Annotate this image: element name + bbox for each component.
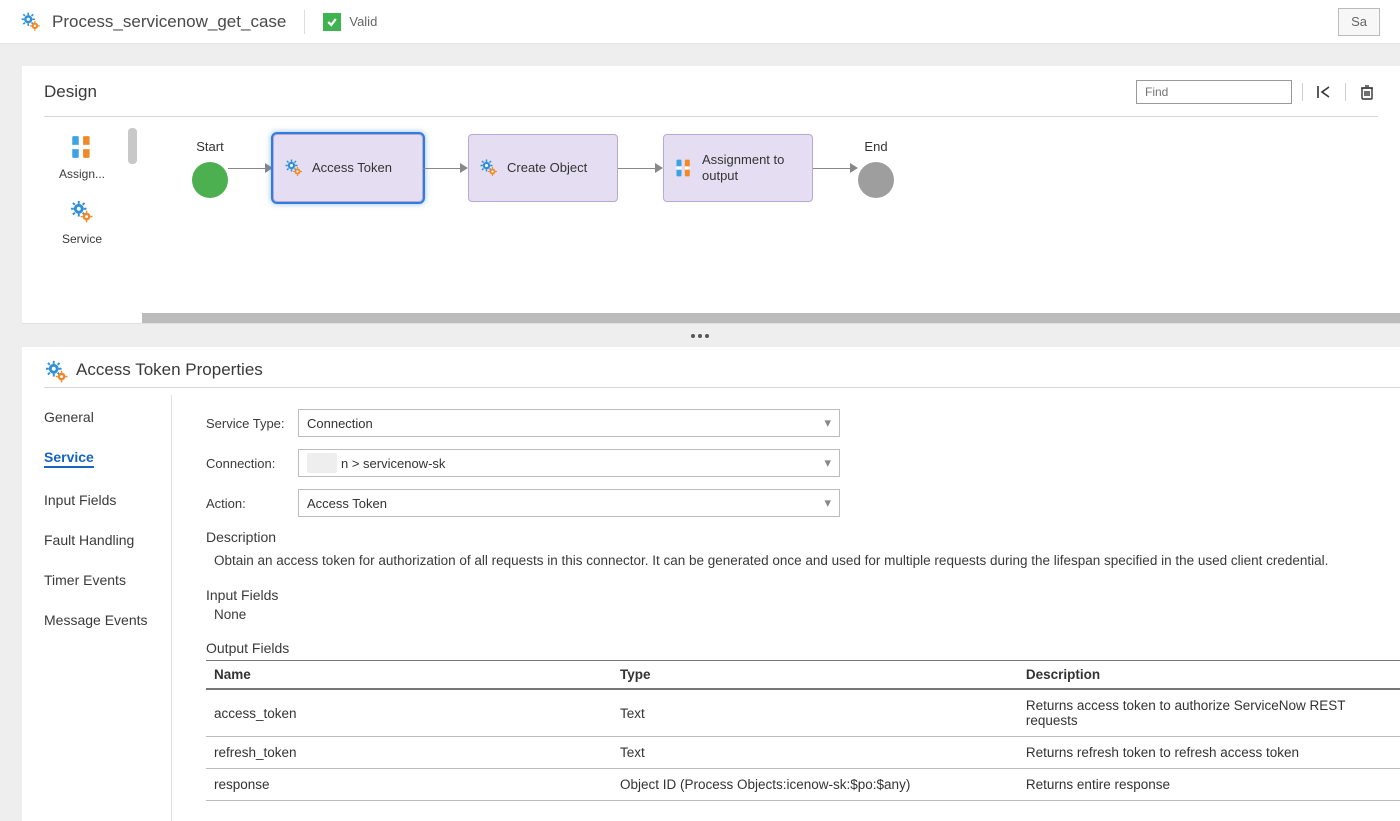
process-icon [20, 11, 42, 33]
select-value: n > servicenow-sk [341, 456, 824, 471]
service-icon [44, 359, 66, 381]
properties-header: Access Token Properties [22, 347, 1400, 387]
find-input[interactable] [1136, 80, 1292, 104]
assignment-icon [674, 158, 694, 178]
properties-title: Access Token Properties [76, 360, 263, 380]
content-area: Design Assign... Service [0, 44, 1400, 821]
tab-message-events[interactable]: Message Events [44, 612, 171, 628]
table-row: access_token Text Returns access token t… [206, 689, 1400, 737]
delete-icon[interactable] [1356, 81, 1378, 103]
flow-arrow [813, 163, 858, 173]
flow-arrow [228, 163, 273, 173]
cell-type: Text [612, 737, 1018, 769]
separator [1302, 83, 1303, 101]
start-node[interactable]: Start [192, 139, 228, 198]
col-type: Type [612, 661, 1018, 690]
design-title: Design [44, 82, 97, 102]
check-icon [323, 13, 341, 31]
cell-name: response [206, 769, 612, 801]
end-node[interactable]: End [858, 139, 894, 198]
valid-text: Valid [349, 14, 377, 29]
output-fields-table: Name Type Description access_token Text … [206, 660, 1400, 801]
col-name: Name [206, 661, 612, 690]
action-label: Action: [206, 496, 298, 511]
select-value: Connection [307, 416, 373, 431]
connection-select[interactable]: n > servicenow-sk ▾ [298, 449, 840, 477]
cell-type: Text [612, 689, 1018, 737]
design-header: Design [22, 66, 1400, 110]
palette-scrollbar[interactable] [128, 128, 137, 164]
chevron-down-icon: ▾ [824, 495, 831, 511]
task-create-object[interactable]: Create Object [468, 134, 618, 202]
flow-arrow [423, 163, 468, 173]
design-panel: Design Assign... Service [22, 66, 1400, 324]
col-description: Description [1018, 661, 1400, 690]
cell-name: access_token [206, 689, 612, 737]
service-icon [284, 158, 304, 178]
palette: Assign... Service [22, 124, 142, 323]
cell-type: Object ID (Process Objects:icenow-sk:$po… [612, 769, 1018, 801]
description-text: Obtain an access token for authorization… [214, 551, 1370, 571]
service-type-select[interactable]: Connection ▾ [298, 409, 840, 437]
assignment-icon [69, 134, 95, 163]
collapse-left-icon[interactable] [1313, 81, 1335, 103]
select-value: Access Token [307, 496, 387, 511]
properties-panel: Access Token Properties General Service … [22, 347, 1400, 821]
task-assignment[interactable]: Assignment to output [663, 134, 813, 202]
tab-general[interactable]: General [44, 409, 171, 425]
cell-description: Returns entire response [1018, 769, 1400, 801]
input-fields-none: None [214, 607, 1400, 622]
task-access-token[interactable]: Access Token [273, 134, 423, 202]
flow-arrow [618, 163, 663, 173]
description-label: Description [206, 529, 1400, 545]
end-label: End [864, 139, 887, 154]
valid-badge: Valid [323, 13, 377, 31]
cell-description: Returns refresh token to refresh access … [1018, 737, 1400, 769]
divider [44, 116, 1378, 117]
palette-item-label: Service [47, 232, 117, 246]
canvas-scrollbar[interactable] [142, 313, 1400, 323]
flow: Start Access Token Create Object [192, 134, 894, 202]
doc-title: Process_servicenow_get_case [52, 12, 286, 32]
properties-tabs: General Service Input Fields Fault Handl… [22, 395, 172, 821]
tab-fault-handling[interactable]: Fault Handling [44, 532, 171, 548]
table-row: response Object ID (Process Objects:icen… [206, 769, 1400, 801]
action-select[interactable]: Access Token ▾ [298, 489, 840, 517]
panel-splitter[interactable] [0, 329, 1400, 343]
tab-service[interactable]: Service [44, 449, 94, 468]
table-row: refresh_token Text Returns refresh token… [206, 737, 1400, 769]
input-fields-label: Input Fields [206, 587, 1400, 603]
tab-input-fields[interactable]: Input Fields [44, 492, 171, 508]
service-type-label: Service Type: [206, 416, 298, 431]
chevron-down-icon: ▾ [824, 415, 831, 431]
task-label: Assignment to output [702, 152, 802, 183]
title-bar: Process_servicenow_get_case Valid Sa [0, 0, 1400, 44]
process-canvas[interactable]: Start Access Token Create Object [142, 124, 1400, 323]
divider [44, 387, 1400, 388]
start-label: Start [196, 139, 223, 154]
palette-item-label: Assign... [47, 167, 117, 181]
cell-description: Returns access token to authorize Servic… [1018, 689, 1400, 737]
service-icon [69, 199, 95, 228]
properties-form: Service Type: Connection ▾ Connection: n… [172, 395, 1400, 821]
end-circle-icon [858, 162, 894, 198]
task-label: Access Token [312, 160, 392, 176]
palette-item-service[interactable]: Service [47, 199, 117, 246]
cell-name: refresh_token [206, 737, 612, 769]
separator [304, 10, 305, 34]
tab-timer-events[interactable]: Timer Events [44, 572, 171, 588]
output-fields-label: Output Fields [206, 640, 1400, 656]
start-circle-icon [192, 162, 228, 198]
service-icon [479, 158, 499, 178]
connection-label: Connection: [206, 456, 298, 471]
chevron-down-icon: ▾ [824, 455, 831, 471]
task-label: Create Object [507, 160, 587, 176]
redacted-prefix [307, 453, 337, 473]
save-button[interactable]: Sa [1338, 8, 1380, 36]
palette-item-assignment[interactable]: Assign... [47, 134, 117, 181]
separator [1345, 83, 1346, 101]
